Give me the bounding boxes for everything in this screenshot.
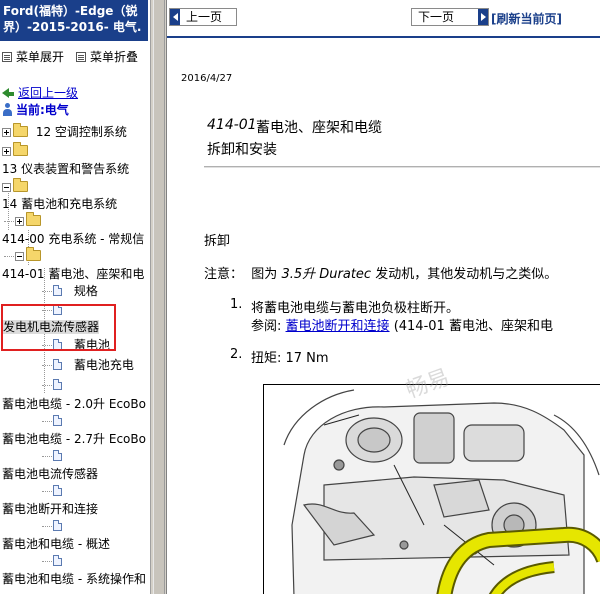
menu-collapse-button[interactable]: 菜单折叠 — [76, 48, 138, 65]
page-icon — [53, 520, 62, 531]
procedure-subtitle: 拆卸和安装 — [207, 142, 277, 158]
engine-drawing — [283, 389, 600, 594]
tree-item-label[interactable]: 蓄电池断开和连接 — [2, 502, 98, 516]
page-icon — [53, 379, 62, 390]
scrollbar-thumb[interactable] — [153, 0, 165, 594]
tree-item[interactable] — [4, 247, 45, 263]
tree-item-label[interactable]: 蓄电池电缆 - 2.0升 EcoBo — [2, 397, 146, 411]
tree-item[interactable] — [4, 212, 45, 228]
tree-item[interactable] — [42, 554, 62, 568]
back-arrow-icon — [2, 88, 9, 98]
tree-item-label[interactable]: 14 蓄电池和充电系统 — [2, 197, 117, 211]
collapse-icon[interactable] — [15, 252, 24, 261]
folder-icon — [13, 142, 28, 156]
current-label: 当前:电气 — [16, 103, 69, 117]
collapse-icon[interactable] — [2, 183, 11, 192]
menu-collapse-label: 菜单折叠 — [90, 50, 139, 64]
note: 注意： 图为 3.5升 Duratec 发动机，其他发动机与之类似。 — [204, 267, 558, 282]
tree-item-label[interactable]: 13 仪表装置和警告系统 — [2, 162, 129, 176]
section-heading: 拆卸 — [204, 234, 231, 249]
arrow-left-icon — [170, 9, 180, 25]
folder-open-icon — [13, 178, 28, 192]
tree-item[interactable] — [2, 142, 32, 158]
expand-icon[interactable] — [15, 217, 24, 226]
menu-expand-button[interactable]: 菜单展开 — [2, 48, 64, 65]
tree-item-label[interactable]: 蓄电池电流传感器 — [2, 467, 98, 481]
page-icon — [53, 285, 62, 296]
step-number: 2. — [230, 347, 243, 362]
tree-item[interactable]: 规格 — [42, 284, 98, 298]
next-page-button[interactable]: 下一页 — [411, 8, 489, 26]
tree-item[interactable]: 蓄电池充电 — [42, 358, 134, 372]
tree-item[interactable] — [42, 449, 62, 463]
navigation-tree-panel: Ford(福特）-Edge（锐界）-2015-2016- 电气. 菜单展开 菜单… — [0, 0, 150, 594]
tree-item[interactable] — [42, 378, 62, 392]
folder-icon — [26, 212, 41, 226]
folder-icon — [13, 123, 28, 137]
location-icon — [2, 103, 13, 116]
back-link-row[interactable]: 返回上一级 — [2, 86, 78, 100]
current-location: 当前:电气 — [2, 103, 69, 117]
procedure-number: 414-01 — [207, 117, 257, 133]
expand-icon[interactable] — [2, 147, 11, 156]
menu-icon — [76, 51, 86, 62]
refresh-page-link[interactable]: [刷新当前页] — [491, 10, 562, 27]
tree-item[interactable] — [42, 519, 62, 533]
back-link[interactable]: 返回上一级 — [18, 86, 78, 100]
tree-item[interactable] — [2, 178, 32, 194]
panel-splitter[interactable] — [150, 0, 167, 594]
tree-item-label[interactable]: 蓄电池和电缆 - 系统操作和 — [2, 572, 146, 586]
tree-item-label[interactable]: 414-01 蓄电池、座架和电 — [2, 267, 144, 281]
menu-expand-label: 菜单展开 — [16, 50, 65, 64]
content-panel: 上一页 下一页 [刷新当前页] 2016/4/27 414-01 蓄电池、座架和… — [167, 0, 600, 594]
reference-link[interactable]: 蓄电池断开和连接 — [286, 319, 390, 334]
page-icon — [53, 555, 62, 566]
page-icon — [53, 485, 62, 496]
procedure-title: 蓄电池、座架和电缆 — [256, 120, 382, 136]
step-text: 扭矩: 17 Nm — [251, 351, 329, 366]
folder-open-icon — [26, 247, 41, 261]
page-toolbar: 上一页 下一页 [刷新当前页] — [167, 0, 600, 38]
expand-icon[interactable] — [2, 128, 11, 137]
prev-page-button[interactable]: 上一页 — [169, 8, 237, 26]
page-icon — [53, 450, 62, 461]
step-number: 1. — [230, 297, 243, 312]
page-icon — [53, 415, 62, 426]
tree-item-label[interactable]: 蓄电池和电缆 - 概述 — [2, 537, 110, 551]
tree-item[interactable]: 12 空调控制系统 — [2, 123, 127, 139]
document-date: 2016/4/27 — [181, 73, 233, 84]
step-text: 将蓄电池电缆与蓄电池负极柱断开。 — [251, 301, 460, 316]
arrow-right-icon — [478, 9, 488, 25]
document-title: Ford(福特）-Edge（锐界）-2015-2016- 电气. — [0, 0, 148, 41]
tree-item[interactable] — [42, 484, 62, 498]
tree-item-label[interactable]: 蓄电池电缆 - 2.7升 EcoBo — [2, 432, 146, 446]
step-reference: 参阅: 蓄电池断开和连接 (414-01 蓄电池、座架和电 — [251, 319, 553, 334]
title-divider — [204, 166, 600, 168]
tree-item-label[interactable]: 414-00 充电系统 - 常规信 — [2, 232, 144, 246]
page-icon — [53, 359, 62, 370]
annotation-highlight-box — [1, 304, 116, 351]
engine-illustration — [263, 384, 600, 594]
tree-item[interactable] — [42, 414, 62, 428]
menu-icon — [2, 51, 12, 62]
